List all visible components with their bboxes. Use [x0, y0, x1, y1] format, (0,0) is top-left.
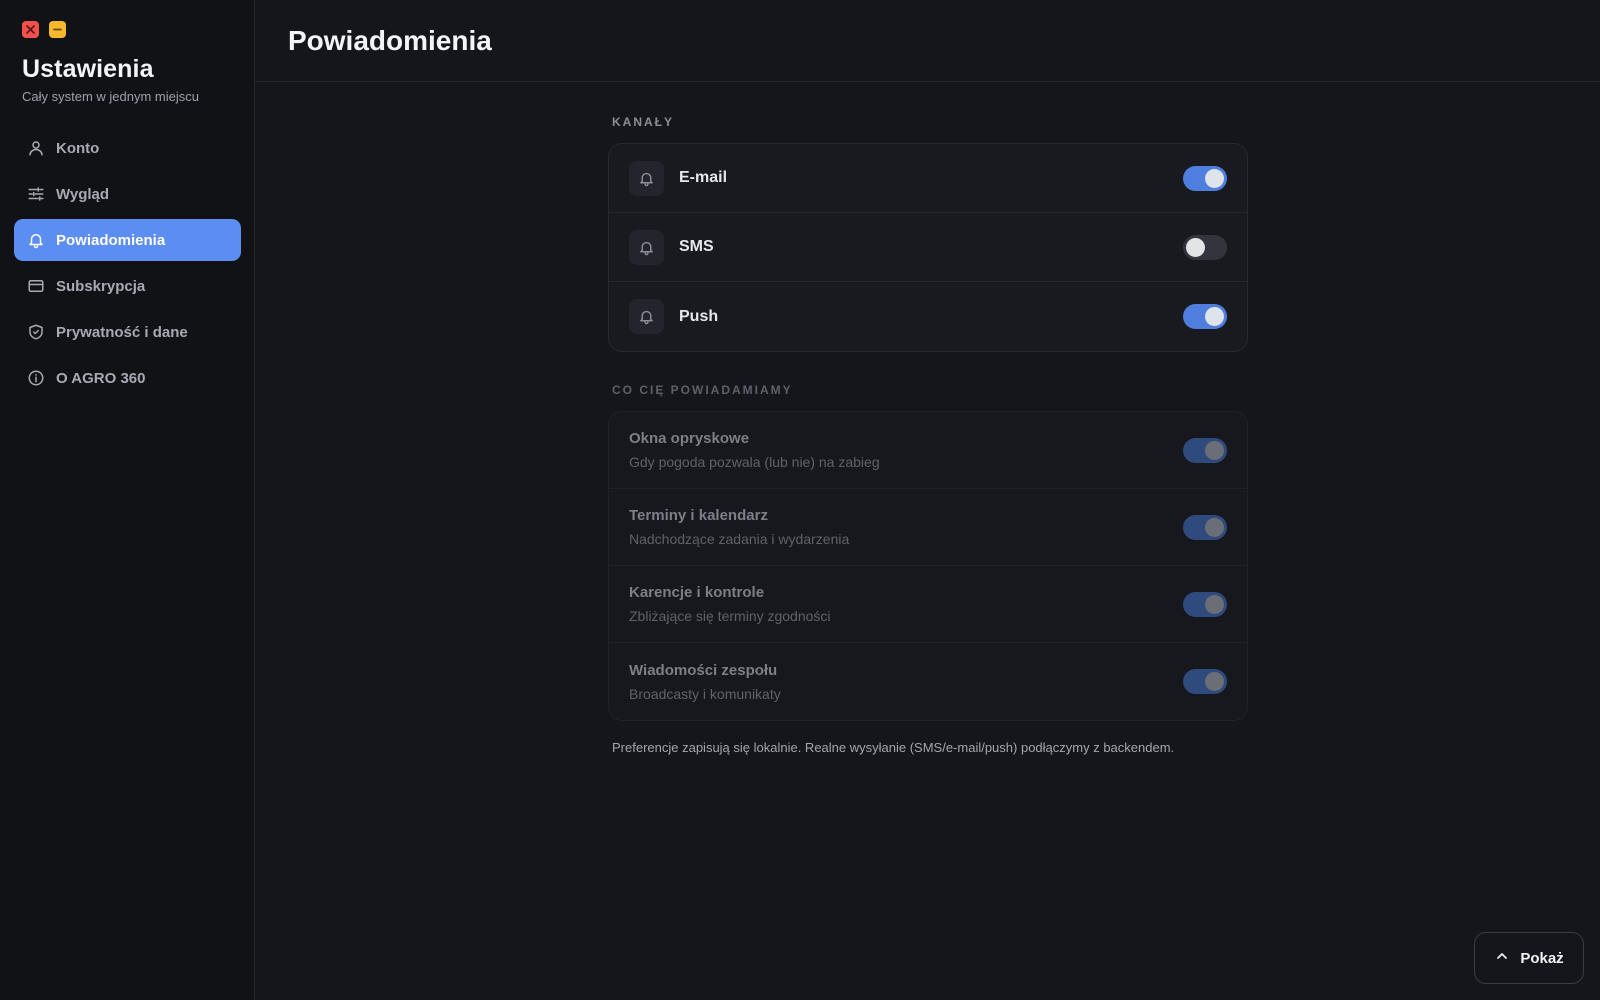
topic-title: Karencje i kontrole	[629, 584, 765, 601]
sidebar-item-label: Konto	[56, 139, 100, 157]
toggle-knob	[1205, 672, 1224, 691]
topic-description: Gdy pogoda pozwala (lub nie) na zabieg	[629, 454, 880, 470]
topic-description: Broadcasty i komunikaty	[629, 685, 781, 702]
bell-icon	[629, 160, 664, 196]
team-messages-toggle[interactable]	[1183, 669, 1227, 694]
channel-row-sms: SMS	[609, 213, 1247, 282]
sidebar-item-label: O AGRO 360	[56, 369, 146, 387]
topic-text: Karencje i kontrole Zbliżające się termi…	[629, 584, 1183, 624]
toggle-knob	[1205, 168, 1224, 188]
sidebar-item-konto[interactable]: Konto	[14, 127, 241, 169]
spray-windows-toggle[interactable]	[1183, 437, 1227, 463]
sidebar-item-label: Prywatność i dane	[56, 323, 188, 341]
topic-title: Wiadomości zespołu	[629, 661, 778, 679]
close-icon[interactable]	[22, 21, 39, 38]
topic-row-compliance: Karencje i kontrole Zbliżające się termi…	[609, 566, 1247, 643]
sidebar-subtitle: Cały system w jednym miejscu	[22, 89, 199, 104]
channels-section-label: KANAŁY	[612, 115, 674, 129]
email-toggle[interactable]	[1183, 165, 1227, 191]
topic-row-team-messages: Wiadomości zespołu Broadcasty i komunika…	[609, 643, 1247, 720]
channel-row-email: E-mail	[609, 144, 1247, 213]
chevron-up-icon	[1494, 948, 1510, 968]
sidebar-item-label: Wygląd	[56, 185, 110, 203]
topic-description: Zbliżające się terminy zgodności	[629, 608, 831, 624]
sidebar-item-label: Subskrypcja	[56, 277, 146, 295]
topic-title: Terminy i kalendarz	[629, 507, 768, 524]
window-controls	[22, 21, 66, 38]
topic-text: Wiadomości zespołu Broadcasty i komunika…	[629, 662, 1183, 702]
sidebar-item-about[interactable]: O AGRO 360	[14, 357, 241, 399]
toggle-knob	[1205, 307, 1224, 326]
topic-text: Okna opryskowe Gdy pogoda pozwala (lub n…	[629, 430, 1183, 470]
shield-check-icon	[26, 322, 46, 342]
compliance-toggle[interactable]	[1183, 591, 1227, 617]
sidebar-title: Ustawienia	[22, 55, 154, 83]
channel-label: E-mail	[679, 169, 728, 186]
topics-section-label: CO CIĘ POWIADAMIAMY	[612, 383, 793, 397]
calendar-toggle[interactable]	[1183, 514, 1227, 540]
sidebar-item-subskrypcja[interactable]: Subskrypcja	[14, 265, 241, 307]
bell-icon	[629, 299, 664, 334]
bell-icon	[26, 230, 46, 250]
show-button[interactable]: Pokaż	[1474, 932, 1584, 984]
topic-title: Okna opryskowe	[629, 430, 750, 447]
channel-label: Push	[679, 307, 719, 325]
toggle-knob	[1205, 517, 1224, 537]
main-panel: Powiadomienia KANAŁY E-mail SMS Push CO …	[255, 0, 1600, 1000]
credit-card-icon	[26, 276, 46, 296]
sms-toggle[interactable]	[1183, 234, 1227, 260]
bell-icon	[629, 229, 664, 265]
channel-row-push: Push	[609, 282, 1247, 351]
topic-description: Nadchodzące zadania i wydarzenia	[629, 531, 850, 547]
channel-label: SMS	[679, 238, 714, 255]
show-button-label: Pokaż	[1520, 949, 1564, 967]
footnote: Preferencje zapisują się lokalnie. Realn…	[612, 740, 1175, 755]
sidebar-item-wyglad[interactable]: Wygląd	[14, 173, 241, 215]
topic-text: Terminy i kalendarz Nadchodzące zadania …	[629, 507, 1183, 547]
toggle-knob	[1186, 237, 1205, 257]
page-title: Powiadomienia	[288, 24, 492, 56]
push-toggle[interactable]	[1183, 304, 1227, 329]
topic-row-spray-windows: Okna opryskowe Gdy pogoda pozwala (lub n…	[609, 412, 1247, 489]
user-icon	[26, 138, 46, 158]
page-header: Powiadomienia	[255, 0, 1600, 82]
sliders-icon	[26, 184, 46, 204]
notifications-content: KANAŁY E-mail SMS Push CO CIĘ POWIADAMIA…	[608, 82, 1248, 755]
sidebar-item-label: Powiadomienia	[56, 231, 166, 249]
channels-card: E-mail SMS Push	[608, 143, 1248, 352]
settings-window: Ustawienia Cały system w jednym miejscu …	[0, 0, 1600, 1000]
sidebar: Ustawienia Cały system w jednym miejscu …	[0, 0, 255, 1000]
topics-card: Okna opryskowe Gdy pogoda pozwala (lub n…	[608, 411, 1248, 721]
sidebar-item-powiadomienia[interactable]: Powiadomienia	[14, 219, 241, 261]
sidebar-nav: Konto Wygląd Powiadomienia Subskrypcja P…	[14, 127, 241, 403]
sidebar-item-prywatnosc[interactable]: Prywatność i dane	[14, 311, 241, 353]
minimize-icon[interactable]	[49, 21, 66, 38]
toggle-knob	[1205, 594, 1224, 614]
topic-row-calendar: Terminy i kalendarz Nadchodzące zadania …	[609, 489, 1247, 566]
toggle-knob	[1205, 440, 1224, 460]
info-icon	[26, 368, 46, 388]
